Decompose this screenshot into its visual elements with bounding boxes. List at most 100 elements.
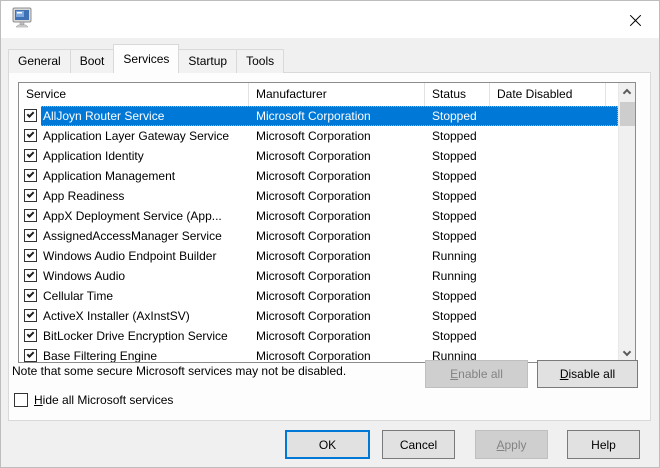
service-checkbox[interactable] xyxy=(24,209,37,222)
tab-general[interactable]: General xyxy=(8,49,71,73)
manufacturer-cell: Microsoft Corporation xyxy=(256,129,371,143)
manufacturer-cell: Microsoft Corporation xyxy=(256,329,371,343)
service-name-cell: Application Management xyxy=(43,169,176,183)
column-header-date-disabled[interactable]: Date Disabled xyxy=(490,83,606,106)
status-cell: Stopped xyxy=(432,149,477,163)
service-checkbox-cell xyxy=(19,166,41,186)
service-checkbox[interactable] xyxy=(24,249,37,262)
date-disabled-cell xyxy=(490,266,618,286)
close-button[interactable] xyxy=(612,2,658,38)
service-checkbox-cell xyxy=(19,126,41,146)
titlebar xyxy=(1,1,659,38)
checkmark-icon xyxy=(26,330,35,338)
service-checkbox[interactable] xyxy=(24,329,37,342)
enable-all-button[interactable]: Enable all xyxy=(425,360,528,388)
service-row[interactable]: Application Identity Microsoft Corporatio… xyxy=(19,146,618,166)
scrollbar-thumb[interactable] xyxy=(620,102,635,126)
service-checkbox[interactable] xyxy=(24,309,37,322)
ok-button[interactable]: OK xyxy=(285,430,370,459)
cancel-button[interactable]: Cancel xyxy=(382,430,455,459)
scroll-up-button[interactable] xyxy=(619,83,635,100)
checkmark-icon xyxy=(26,130,35,138)
status-cell: Stopped xyxy=(432,129,477,143)
disable-all-button[interactable]: Disable all xyxy=(537,360,638,388)
service-checkbox[interactable] xyxy=(24,189,37,202)
date-disabled-cell xyxy=(490,306,618,326)
chevron-down-icon xyxy=(622,347,632,357)
service-checkbox-cell xyxy=(19,246,41,266)
system-configuration-window: General Boot Services Startup Tools Serv… xyxy=(0,0,660,468)
services-list-header: Service Manufacturer Status Date Disable… xyxy=(19,83,618,106)
service-checkbox[interactable] xyxy=(24,349,37,362)
checkmark-icon xyxy=(26,310,35,318)
service-row[interactable]: Application Layer Gateway Service Microso… xyxy=(19,126,618,146)
service-row[interactable]: Cellular Time Microsoft Corporation Stoppe… xyxy=(19,286,618,306)
manufacturer-cell: Microsoft Corporation xyxy=(256,249,371,263)
column-header-service[interactable]: Service xyxy=(19,83,249,106)
manufacturer-cell: Microsoft Corporation xyxy=(256,349,371,362)
services-list: Service Manufacturer Status Date Disable… xyxy=(18,82,636,363)
manufacturer-cell: Microsoft Corporation xyxy=(256,149,371,163)
service-checkbox[interactable] xyxy=(24,269,37,282)
hide-microsoft-services-label[interactable]: Hide all Microsoft services xyxy=(34,393,173,407)
service-row[interactable]: AllJoyn Router Service Microsoft Corporat… xyxy=(19,106,618,126)
service-row[interactable]: Base Filtering Engine Microsoft Corporati… xyxy=(19,346,618,362)
date-disabled-cell xyxy=(490,326,618,346)
tab-tools[interactable]: Tools xyxy=(236,49,285,73)
system-configuration-app-icon xyxy=(12,7,32,28)
date-disabled-cell xyxy=(490,146,618,166)
service-row[interactable]: Windows Audio Microsoft Corporation Runnin… xyxy=(19,266,618,286)
date-disabled-cell xyxy=(490,186,618,206)
tab-boot[interactable]: Boot xyxy=(69,49,115,73)
checkmark-icon xyxy=(26,250,35,258)
service-checkbox[interactable] xyxy=(24,289,37,302)
service-name-cell: AssignedAccessManager Service xyxy=(43,229,222,243)
service-name-cell: BitLocker Drive Encryption Service xyxy=(43,329,228,343)
column-header-filler xyxy=(606,83,618,106)
service-row[interactable]: AppX Deployment Service (App... Microsoft… xyxy=(19,206,618,226)
service-row[interactable]: Application Management Microsoft Corporat… xyxy=(19,166,618,186)
service-row[interactable]: AssignedAccessManager Service Microsoft C… xyxy=(19,226,618,246)
service-checkbox-cell xyxy=(19,186,41,206)
service-checkbox-cell xyxy=(19,266,41,286)
column-header-status[interactable]: Status xyxy=(425,83,490,106)
status-cell: Stopped xyxy=(432,169,477,183)
service-name-cell: ActiveX Installer (AxInstSV) xyxy=(43,309,190,323)
column-header-manufacturer[interactable]: Manufacturer xyxy=(249,83,425,106)
service-checkbox[interactable] xyxy=(24,149,37,162)
status-cell: Stopped xyxy=(425,106,490,126)
service-name-cell: Windows Audio Endpoint Builder xyxy=(43,249,217,263)
status-cell: Running xyxy=(432,269,477,283)
date-disabled-cell xyxy=(490,206,618,226)
status-cell: Stopped xyxy=(432,229,477,243)
service-checkbox[interactable] xyxy=(24,169,37,182)
hide-microsoft-services-checkbox[interactable] xyxy=(14,393,28,407)
service-row[interactable]: BitLocker Drive Encryption Service Micros… xyxy=(19,326,618,346)
manufacturer-cell: Microsoft Corporation xyxy=(256,189,371,203)
status-cell: Stopped xyxy=(432,329,477,343)
service-checkbox[interactable] xyxy=(24,109,37,122)
manufacturer-cell: Microsoft Corporation xyxy=(256,169,371,183)
checkmark-icon xyxy=(26,170,35,178)
manufacturer-cell: Microsoft Corporation xyxy=(256,229,371,243)
service-checkbox-cell xyxy=(19,286,41,306)
apply-button[interactable]: Apply xyxy=(475,430,548,459)
tab-startup[interactable]: Startup xyxy=(178,49,238,73)
service-row[interactable]: Windows Audio Endpoint Builder Microsoft … xyxy=(19,246,618,266)
date-disabled-cell xyxy=(490,106,618,126)
service-row[interactable]: App Readiness Microsoft Corporation Stoppe… xyxy=(19,186,618,206)
secure-services-note: Note that some secure Microsoft services… xyxy=(12,364,347,378)
help-button[interactable]: Help xyxy=(567,430,640,459)
tab-services[interactable]: Services xyxy=(113,44,180,73)
date-disabled-cell xyxy=(490,126,618,146)
service-name-cell: Cellular Time xyxy=(43,289,114,303)
manufacturer-cell: Microsoft Corporation xyxy=(256,309,371,323)
vertical-scrollbar[interactable] xyxy=(618,83,635,362)
service-checkbox-cell xyxy=(19,346,41,362)
manufacturer-cell: Microsoft Corporation xyxy=(249,106,425,126)
service-checkbox[interactable] xyxy=(24,229,37,242)
service-checkbox[interactable] xyxy=(24,129,37,142)
service-row[interactable]: ActiveX Installer (AxInstSV) Microsoft Co… xyxy=(19,306,618,326)
date-disabled-cell xyxy=(490,166,618,186)
service-name-cell: Application Identity xyxy=(43,149,144,163)
